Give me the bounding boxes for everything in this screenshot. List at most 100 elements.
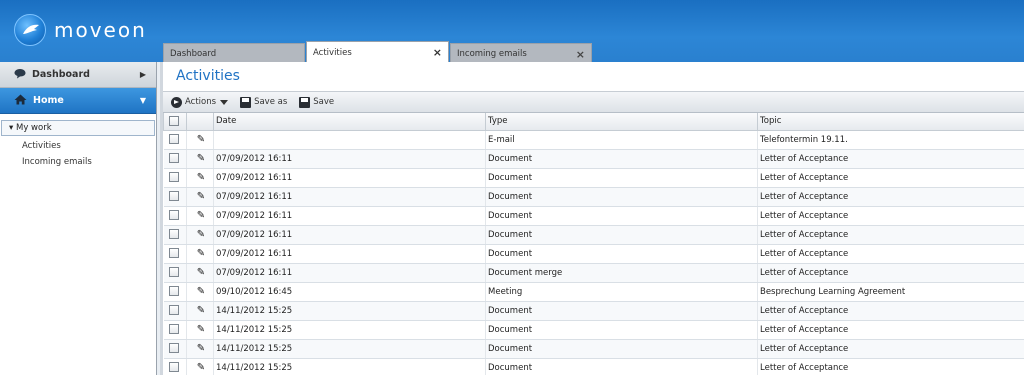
tab-label: Activities [313, 48, 352, 58]
logo-icon [14, 14, 46, 46]
row-select-cell [163, 149, 187, 169]
table-body: ✎ E-mail Telefontermin 19.11. ✎ 07/09/2012 1… [163, 130, 1024, 375]
row-checkbox[interactable] [168, 172, 179, 183]
row-select-cell [163, 301, 187, 321]
cell-date: 14/11/2012 15:25 [213, 339, 486, 359]
edit-icon[interactable]: ✎ [186, 339, 214, 359]
save-as-button[interactable]: Save as [240, 96, 287, 108]
cell-topic: Letter of Acceptance [757, 301, 1024, 321]
cell-type: Document [485, 320, 758, 340]
close-icon[interactable]: × [576, 48, 585, 61]
logo[interactable]: moveon [14, 14, 147, 46]
actions-label: Actions [185, 97, 217, 107]
table-row[interactable]: ✎ 07/09/2012 16:11 Document Letter of Accep… [163, 225, 1024, 245]
cell-topic: Letter of Acceptance [757, 244, 1024, 264]
row-checkbox[interactable] [168, 324, 179, 335]
sidebar-item-label: Dashboard [32, 69, 90, 80]
table-row[interactable]: ✎ 14/11/2012 15:25 Document Letter of Accep… [163, 358, 1024, 375]
tree-root-label: My work [15, 123, 52, 133]
cell-topic: Letter of Acceptance [757, 149, 1024, 169]
sidebar-item-dashboard[interactable]: Dashboard ▶ [0, 62, 156, 88]
close-icon[interactable]: × [433, 46, 442, 59]
row-checkbox[interactable] [168, 305, 179, 316]
chevron-right-icon: ▶ [139, 70, 146, 79]
table-row[interactable]: ✎ 09/10/2012 16:45 Meeting Besprechung Lear… [163, 282, 1024, 302]
sidebar: Dashboard ▶ Home ▼ ▾ My work Activities … [0, 62, 157, 375]
row-checkbox[interactable] [168, 286, 179, 297]
row-select-cell [163, 187, 187, 207]
sidebar-item-home[interactable]: Home ▼ [0, 88, 156, 114]
row-checkbox[interactable] [168, 153, 179, 164]
cell-topic: Letter of Acceptance [757, 320, 1024, 340]
column-header-date[interactable]: Date [213, 113, 486, 131]
tree-root-my-work[interactable]: ▾ My work [1, 120, 155, 136]
row-select-cell [163, 244, 187, 264]
row-select-cell [163, 130, 187, 150]
cell-type: Document [485, 187, 758, 207]
chevron-down-icon[interactable]: ▼ [140, 96, 146, 105]
table-row[interactable]: ✎ 14/11/2012 15:25 Document Letter of Accep… [163, 320, 1024, 340]
tree-toggle-icon[interactable]: ▾ [9, 123, 13, 133]
table-row[interactable]: ✎ 07/09/2012 16:11 Document Letter of Accep… [163, 187, 1024, 207]
edit-icon[interactable]: ✎ [186, 225, 214, 245]
cell-topic: Letter of Acceptance [757, 358, 1024, 375]
sidebar-item-label: Home [33, 95, 64, 106]
tab-incoming-emails[interactable]: Incoming emails × [450, 43, 592, 62]
table-row[interactable]: ✎ 07/09/2012 16:11 Document Letter of Accep… [163, 149, 1024, 169]
cell-date: 07/09/2012 16:11 [213, 244, 486, 264]
edit-icon[interactable]: ✎ [186, 263, 214, 283]
cell-topic: Letter of Acceptance [757, 225, 1024, 245]
cell-type: Document [485, 206, 758, 226]
column-header-type[interactable]: Type [485, 113, 758, 131]
cell-type: Document [485, 244, 758, 264]
edit-icon[interactable]: ✎ [186, 244, 214, 264]
edit-icon[interactable]: ✎ [186, 130, 214, 150]
logo-text: moveon [54, 18, 147, 42]
edit-icon[interactable]: ✎ [186, 149, 214, 169]
edit-icon[interactable]: ✎ [186, 282, 214, 302]
save-as-icon [240, 96, 252, 108]
row-checkbox[interactable] [168, 134, 179, 145]
select-all-checkbox[interactable] [169, 116, 179, 126]
row-checkbox[interactable] [168, 267, 179, 278]
save-button[interactable]: Save [299, 96, 334, 108]
row-select-cell [163, 358, 187, 375]
cell-date: 07/09/2012 16:11 [213, 187, 486, 207]
row-checkbox[interactable] [168, 343, 179, 354]
edit-icon[interactable]: ✎ [186, 206, 214, 226]
caret-down-icon [220, 99, 229, 105]
table-header-row: Date Type Topic [163, 113, 1024, 131]
row-checkbox[interactable] [168, 248, 179, 259]
table-row[interactable]: ✎ 07/09/2012 16:11 Document merge Letter of… [163, 263, 1024, 283]
cell-date: 07/09/2012 16:11 [213, 225, 486, 245]
tab-label: Incoming emails [457, 49, 527, 59]
tree-item-activities[interactable]: Activities [0, 138, 156, 154]
row-checkbox[interactable] [168, 229, 179, 240]
table-row[interactable]: ✎ 07/09/2012 16:11 Document Letter of Accep… [163, 206, 1024, 226]
edit-icon[interactable]: ✎ [186, 168, 214, 188]
tab-activities[interactable]: Activities × [306, 41, 449, 62]
edit-icon[interactable]: ✎ [186, 301, 214, 321]
row-checkbox[interactable] [168, 362, 179, 373]
home-icon [14, 94, 27, 108]
edit-icon[interactable]: ✎ [186, 187, 214, 207]
row-checkbox[interactable] [168, 191, 179, 202]
column-header-topic[interactable]: Topic [757, 113, 1024, 131]
save-icon [299, 96, 311, 108]
table-row[interactable]: ✎ 14/11/2012 15:25 Document Letter of Accep… [163, 339, 1024, 359]
table-row[interactable]: ✎ 07/09/2012 16:11 Document Letter of Accep… [163, 244, 1024, 264]
edit-icon[interactable]: ✎ [186, 358, 214, 375]
table-row[interactable]: ✎ 14/11/2012 15:25 Document Letter of Accep… [163, 301, 1024, 321]
cell-date: 14/11/2012 15:25 [213, 358, 486, 375]
tab-dashboard[interactable]: Dashboard [163, 43, 305, 62]
row-select-cell [163, 263, 187, 283]
table-row[interactable]: ✎ 07/09/2012 16:11 Document Letter of Accep… [163, 168, 1024, 188]
tree-item-incoming-emails[interactable]: Incoming emails [0, 154, 156, 170]
cell-topic: Letter of Acceptance [757, 339, 1024, 359]
cell-type: Meeting [485, 282, 758, 302]
actions-button[interactable]: Actions [171, 96, 229, 108]
table-row[interactable]: ✎ E-mail Telefontermin 19.11. [163, 130, 1024, 150]
main-panel: Activities Actions Save as Save Date Typ… [160, 62, 1024, 375]
row-checkbox[interactable] [168, 210, 179, 221]
edit-icon[interactable]: ✎ [186, 320, 214, 340]
